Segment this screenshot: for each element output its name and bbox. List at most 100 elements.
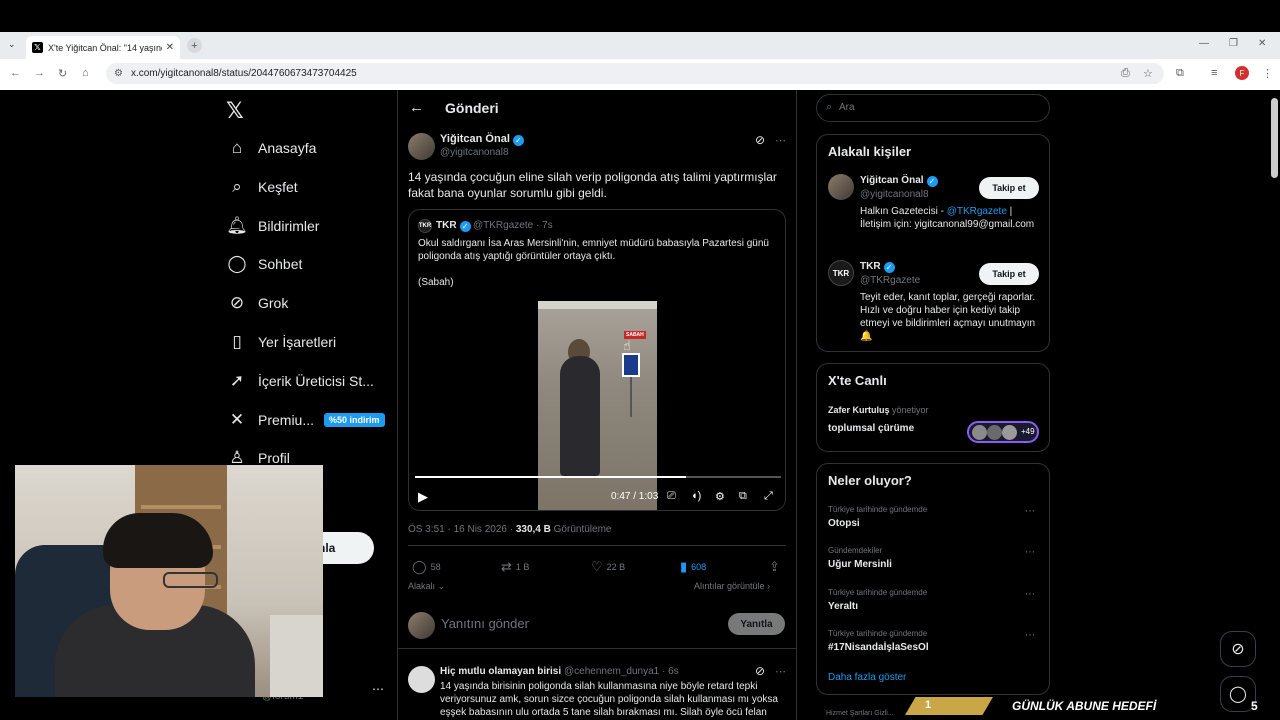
trends-card: Neler oluyor? Türkiye tarihinde gündemde… — [816, 463, 1050, 695]
trend-item[interactable]: Otopsi — [828, 518, 860, 529]
follow-button[interactable]: Takip et — [979, 263, 1039, 285]
trend-item[interactable]: #17NisandaİşlaSesOl — [828, 642, 929, 653]
goal-progress-strip — [905, 697, 993, 715]
back-arrow-icon[interactable]: ← — [409, 99, 424, 116]
sort-relevant-dropdown[interactable]: Alakalı ⌄ — [408, 581, 445, 592]
media-icon[interactable]: ≡ — [1211, 67, 1217, 79]
captions-icon[interactable]: ⎚ — [667, 490, 676, 503]
video-wall — [538, 301, 657, 309]
settings-icon[interactable]: ⚙ — [715, 490, 725, 503]
play-icon[interactable]: ▶ — [418, 489, 428, 505]
bookmark-count: 608 — [691, 562, 707, 572]
tab-search-icon[interactable]: ⌄ — [8, 39, 16, 50]
views-label: Görüntüleme — [553, 524, 612, 535]
reply-author-name[interactable]: Hiç mutlu olamayan birisi — [440, 666, 561, 677]
grok-float-button[interactable]: ⊘ — [1220, 631, 1256, 667]
repost-action[interactable]: ⇄ 1 B — [501, 559, 529, 575]
fullscreen-icon[interactable]: ⤢ — [764, 490, 773, 503]
back-icon[interactable]: ← — [10, 67, 21, 79]
person-bio: Teyit eder, kanıt toplar, gerçeği raporl… — [860, 292, 1036, 342]
minimize-icon[interactable]: — — [1199, 38, 1209, 49]
nav-item-explore[interactable]: ⌕ Keşfet — [226, 173, 297, 201]
close-window-icon[interactable]: ✕ — [1258, 38, 1266, 49]
trend-more-icon[interactable]: ⋯ — [1025, 630, 1035, 641]
quote-text: Okul saldırganı İsa Aras Mersinli'nin, e… — [418, 238, 769, 262]
maximize-icon[interactable]: ❐ — [1229, 38, 1238, 49]
install-app-icon[interactable]: ⎙ — [1121, 67, 1130, 80]
view-quotes-link[interactable]: Alıntılar görüntüle › — [694, 581, 770, 591]
subscriber-goal-bar: 1 GÜNLÜK ABUNE HEDEFİ 5 — [905, 694, 1280, 720]
nav-item-home[interactable]: ⌂ Anasayfa — [226, 134, 317, 162]
bio-text: Halkın Gazetecisi - — [860, 206, 947, 217]
show-more-link[interactable]: Daha fazla göster — [828, 672, 906, 683]
quoted-post[interactable]: TKR TKR ✓ @TKRgazete · 7s Okul saldırganı… — [408, 209, 786, 511]
home-browser-icon[interactable]: ⌂ — [82, 67, 89, 79]
trend-more-icon[interactable]: ⋯ — [1025, 506, 1035, 517]
more-options-icon[interactable]: ⋯ — [775, 665, 786, 678]
address-bar[interactable]: ⚙ x.com/yigitcanonal8/status/20447606734… — [106, 63, 1164, 84]
person-handle: @yigitcanonal8 — [860, 189, 929, 200]
follow-button[interactable]: Takip et — [979, 177, 1039, 199]
video-player[interactable]: SABAH ▶ 0:47 / 1:03 ⎚ ◖) ⚙ ⧉ ⤢ — [409, 301, 785, 510]
nav-item-premium[interactable]: ✕ Premiu... %50 indirim — [226, 406, 385, 434]
shelf-board — [141, 505, 221, 509]
person-handle: @TKRgazete — [860, 275, 921, 286]
person-avatar[interactable] — [828, 174, 854, 200]
star-icon[interactable]: ☆ — [1143, 67, 1153, 80]
author-name[interactable]: Yiğitcan Önal ✓ — [440, 133, 524, 146]
webcam-overlay — [15, 465, 323, 697]
nav-item-creator-studio[interactable]: ➚ İçerik Üreticisi St... — [226, 367, 374, 395]
reload-icon[interactable]: ↻ — [58, 67, 67, 80]
person-name[interactable]: TKR ✓ — [860, 261, 895, 273]
person-name[interactable]: Yiğitcan Önal ✓ — [860, 175, 938, 187]
site-info-icon[interactable]: ⚙ — [114, 68, 123, 79]
nav-label: Anasayfa — [258, 140, 317, 156]
bio-link[interactable]: @TKRgazete — [947, 206, 1007, 217]
account-more-icon[interactable]: ⋯ — [372, 682, 384, 696]
profile-avatar-icon[interactable]: F — [1235, 66, 1249, 80]
x-logo-icon[interactable]: 𝕏 — [226, 98, 244, 124]
reply-action[interactable]: ◯ 58 — [412, 559, 441, 575]
nav-item-bookmarks[interactable]: ▯ Yer İşaretleri — [226, 328, 336, 356]
forward-icon[interactable]: → — [34, 67, 45, 79]
reply-input[interactable]: Yanıtını gönder — [441, 616, 529, 631]
popout-icon[interactable]: ⧉ — [739, 490, 747, 503]
person-avatar[interactable]: TKR — [828, 260, 854, 286]
related-people-card: Alakalı kişiler Yiğitcan Önal ✓ @yigitcan… — [816, 134, 1050, 352]
trend-item[interactable]: Uğur Mersinli — [828, 559, 892, 570]
grok-explain-icon[interactable]: ⊘ — [755, 664, 765, 678]
divider — [408, 545, 786, 546]
video-progress-bar[interactable] — [415, 476, 781, 478]
nav-item-chat[interactable]: ◯ Sohbet — [226, 250, 302, 278]
trend-more-icon[interactable]: ⋯ — [1025, 589, 1035, 600]
nav-item-grok[interactable]: ⊘ Grok — [226, 289, 288, 317]
page-scrollbar[interactable] — [1271, 98, 1278, 178]
x-favicon-icon: 𝕏 — [32, 42, 43, 53]
live-listeners[interactable]: +49 — [967, 421, 1039, 443]
extensions-icon[interactable]: ⧉ — [1176, 67, 1184, 80]
search-input[interactable]: ⌕ Ara — [816, 94, 1050, 122]
post-timestamp: ÖS 3:51 · 16 Nis 2026 · 330,4 B Görüntül… — [408, 524, 611, 535]
nav-item-notifications[interactable]: 🔔︎ Bildirimler — [226, 212, 319, 240]
author-avatar[interactable] — [408, 133, 435, 160]
trend-item[interactable]: Yeraltı — [828, 601, 858, 612]
close-tab-icon[interactable]: ✕ — [166, 42, 174, 53]
my-avatar — [408, 612, 435, 639]
footer-links[interactable]: Hizmet Şartları Gizli... — [826, 710, 894, 717]
grok-explain-icon[interactable]: ⊘ — [755, 133, 765, 147]
divider — [398, 648, 796, 649]
volume-icon[interactable]: ◖) — [691, 490, 701, 502]
reply-button[interactable]: Yanıtla — [728, 613, 785, 635]
browser-tab[interactable]: 𝕏 X'te Yiğitcan Önal: "14 yaşında ✕ — [26, 36, 180, 59]
browser-menu-icon[interactable]: ⋮ — [1262, 67, 1273, 80]
bookmark-action[interactable]: ▮ 608 — [680, 559, 706, 575]
author-handle[interactable]: @yigitcanonal8 — [440, 147, 509, 158]
share-action[interactable]: ⇪ — [769, 559, 784, 575]
like-action[interactable]: ♡ 22 B — [591, 559, 625, 575]
more-options-icon[interactable]: ⋯ — [775, 134, 786, 147]
new-tab-button[interactable]: + — [187, 38, 202, 53]
trend-more-icon[interactable]: ⋯ — [1025, 547, 1035, 558]
reply-avatar[interactable] — [408, 666, 435, 693]
trend-category: Türkiye tarihinde gündemde — [828, 588, 928, 597]
live-card[interactable]: X'te Canlı Zafer Kurtuluş yönetiyor topl… — [816, 363, 1050, 452]
